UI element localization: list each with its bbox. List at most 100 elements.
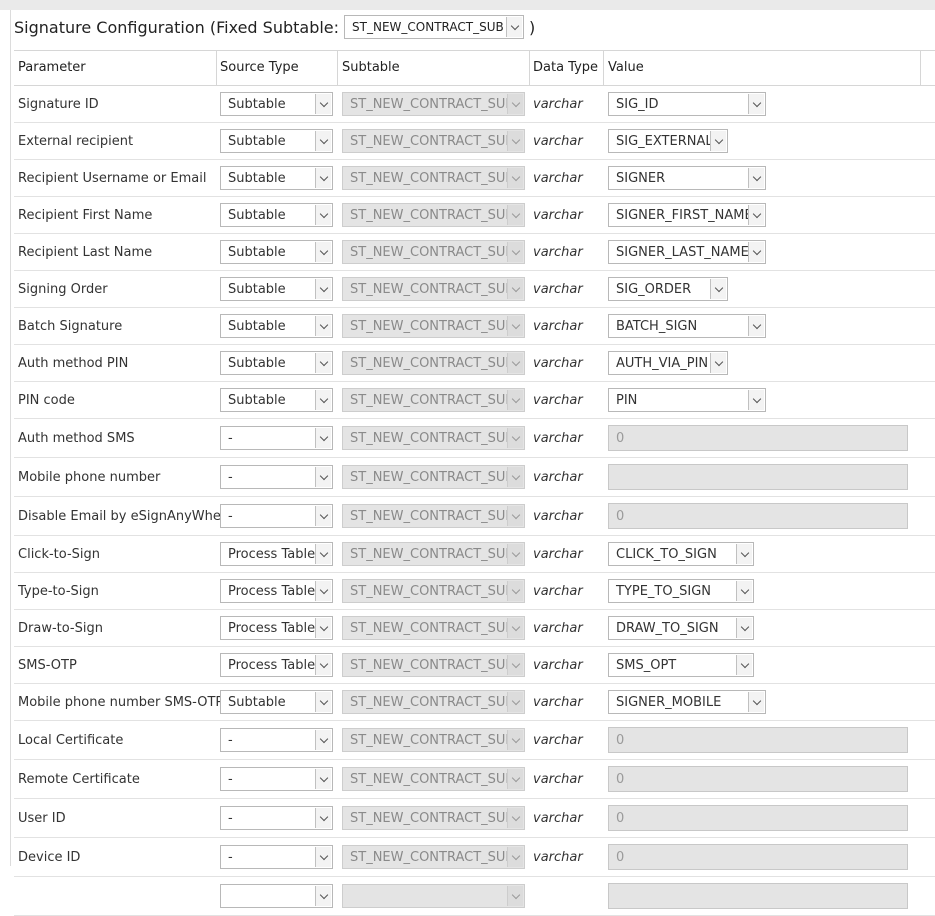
- chevron-down-icon[interactable]: [315, 655, 331, 675]
- chevron-down-icon[interactable]: [315, 316, 331, 336]
- source-type-select[interactable]: Subtable: [220, 203, 333, 227]
- subtable-cell: ST_NEW_CONTRACT_SUB: [342, 419, 525, 457]
- table-row: PIN code Subtable ST_NEW_CONTRACT_SUB varch…: [14, 382, 935, 419]
- chevron-down-icon[interactable]: [315, 242, 331, 262]
- source-type-select-value: Process Table: [228, 546, 316, 562]
- subtable-select: ST_NEW_CONTRACT_SUB: [342, 845, 525, 869]
- source-type-select[interactable]: Subtable: [220, 351, 333, 375]
- source-type-select[interactable]: Subtable: [220, 314, 333, 338]
- chevron-down-icon[interactable]: [315, 205, 331, 225]
- value-select[interactable]: CLICK_TO_SIGN: [608, 542, 754, 566]
- parameter-label: User ID: [18, 810, 66, 826]
- chevron-down-icon[interactable]: [315, 279, 331, 299]
- source-type-select[interactable]: Subtable: [220, 92, 333, 116]
- table-row: Recipient Username or Email Subtable ST_NE…: [14, 160, 935, 197]
- source-type-select[interactable]: -: [220, 465, 333, 489]
- source-type-select[interactable]: Process Table: [220, 579, 333, 603]
- value-select[interactable]: PIN: [608, 388, 766, 412]
- value-select[interactable]: SIGNER: [608, 166, 766, 190]
- source-type-select[interactable]: Subtable: [220, 129, 333, 153]
- chevron-down-icon[interactable]: [315, 769, 331, 789]
- source-type-cell: Subtable: [220, 271, 333, 307]
- source-type-select[interactable]: -: [220, 767, 333, 791]
- chevron-down-icon[interactable]: [315, 730, 331, 750]
- source-type-cell: -: [220, 838, 333, 876]
- chevron-down-icon[interactable]: [315, 692, 331, 712]
- chevron-down-icon[interactable]: [315, 506, 331, 526]
- subtable-cell: ST_NEW_CONTRACT_SUB: [342, 721, 525, 759]
- value-select[interactable]: SIG_EXTERNAL: [608, 129, 728, 153]
- chevron-down-icon[interactable]: [315, 618, 331, 638]
- chevron-down-icon[interactable]: [710, 353, 726, 373]
- chevron-down-icon[interactable]: [748, 390, 764, 410]
- chevron-down-icon[interactable]: [748, 168, 764, 188]
- value-select[interactable]: AUTH_VIA_PIN: [608, 351, 728, 375]
- chevron-down-icon[interactable]: [315, 131, 331, 151]
- source-type-select[interactable]: Process Table: [220, 542, 333, 566]
- col-header-parameter: Parameter: [18, 60, 86, 75]
- source-type-select-value: Subtable: [228, 281, 286, 297]
- chevron-down-icon: [507, 808, 523, 828]
- value-select[interactable]: SIGNER_MOBILE: [608, 690, 766, 714]
- chevron-down-icon[interactable]: [315, 581, 331, 601]
- source-type-select[interactable]: -: [220, 504, 333, 528]
- chevron-down-icon[interactable]: [315, 168, 331, 188]
- source-type-select[interactable]: -: [220, 426, 333, 450]
- source-type-select[interactable]: -: [220, 806, 333, 830]
- chevron-down-icon[interactable]: [315, 94, 331, 114]
- source-type-select[interactable]: -: [220, 728, 333, 752]
- value-select[interactable]: BATCH_SIGN: [608, 314, 766, 338]
- chevron-down-icon[interactable]: [315, 428, 331, 448]
- value-select[interactable]: TYPE_TO_SIGN: [608, 579, 754, 603]
- value-select[interactable]: SIG_ORDER: [608, 277, 728, 301]
- source-type-select-value: Process Table: [228, 657, 316, 673]
- chevron-down-icon[interactable]: [315, 467, 331, 487]
- value-select[interactable]: SMS_OPT: [608, 653, 754, 677]
- chevron-down-icon[interactable]: [315, 544, 331, 564]
- source-type-select[interactable]: Process Table: [220, 616, 333, 640]
- source-type-select-value: Process Table: [228, 583, 316, 599]
- chevron-down-icon[interactable]: [315, 353, 331, 373]
- chevron-down-icon[interactable]: [736, 544, 752, 564]
- subtable-select-value: ST_NEW_CONTRACT_SUB: [350, 244, 515, 260]
- column-divider: [603, 51, 604, 85]
- chevron-down-icon[interactable]: [315, 808, 331, 828]
- value-cell: CLICK_TO_SIGN: [608, 536, 754, 572]
- chevron-down-icon[interactable]: [736, 655, 752, 675]
- value-select[interactable]: SIG_ID: [608, 92, 766, 116]
- value-cell: 0: [608, 799, 908, 837]
- source-type-cell: Subtable: [220, 234, 333, 270]
- value-cell: SIG_ORDER: [608, 271, 728, 307]
- source-type-select[interactable]: Subtable: [220, 166, 333, 190]
- source-type-select[interactable]: Process Table: [220, 653, 333, 677]
- table-row: Disable Email by eSignAnyWhere - ST_NEW_CO…: [14, 497, 935, 536]
- value-select[interactable]: SIGNER_FIRST_NAME: [608, 203, 766, 227]
- source-type-select[interactable]: Subtable: [220, 277, 333, 301]
- chevron-down-icon[interactable]: [315, 886, 331, 906]
- chevron-down-icon[interactable]: [748, 242, 764, 262]
- table-body: Signature ID Subtable ST_NEW_CONTRACT_SUB v…: [14, 86, 935, 916]
- fixed-subtable-select[interactable]: ST_NEW_CONTRACT_SUB: [344, 15, 525, 39]
- chevron-down-icon[interactable]: [710, 131, 726, 151]
- chevron-down-icon[interactable]: [748, 692, 764, 712]
- value-select-value: SIG_ORDER: [616, 281, 692, 297]
- source-type-select[interactable]: [220, 884, 333, 908]
- source-type-cell: Process Table: [220, 573, 333, 609]
- value-input-disabled: 0: [608, 844, 908, 870]
- chevron-down-icon[interactable]: [736, 581, 752, 601]
- value-select[interactable]: DRAW_TO_SIGN: [608, 616, 754, 640]
- source-type-select[interactable]: Subtable: [220, 388, 333, 412]
- chevron-down-icon[interactable]: [315, 390, 331, 410]
- source-type-select[interactable]: Subtable: [220, 690, 333, 714]
- chevron-down-icon[interactable]: [710, 279, 726, 299]
- chevron-down-icon[interactable]: [315, 847, 331, 867]
- chevron-down-icon[interactable]: [748, 316, 764, 336]
- chevron-down-icon[interactable]: [748, 94, 764, 114]
- source-type-select[interactable]: Subtable: [220, 240, 333, 264]
- source-type-select[interactable]: -: [220, 845, 333, 869]
- chevron-down-icon[interactable]: [748, 205, 764, 225]
- source-type-select-value: Subtable: [228, 133, 286, 149]
- chevron-down-icon[interactable]: [506, 17, 523, 37]
- chevron-down-icon[interactable]: [736, 618, 752, 638]
- value-select[interactable]: SIGNER_LAST_NAME: [608, 240, 766, 264]
